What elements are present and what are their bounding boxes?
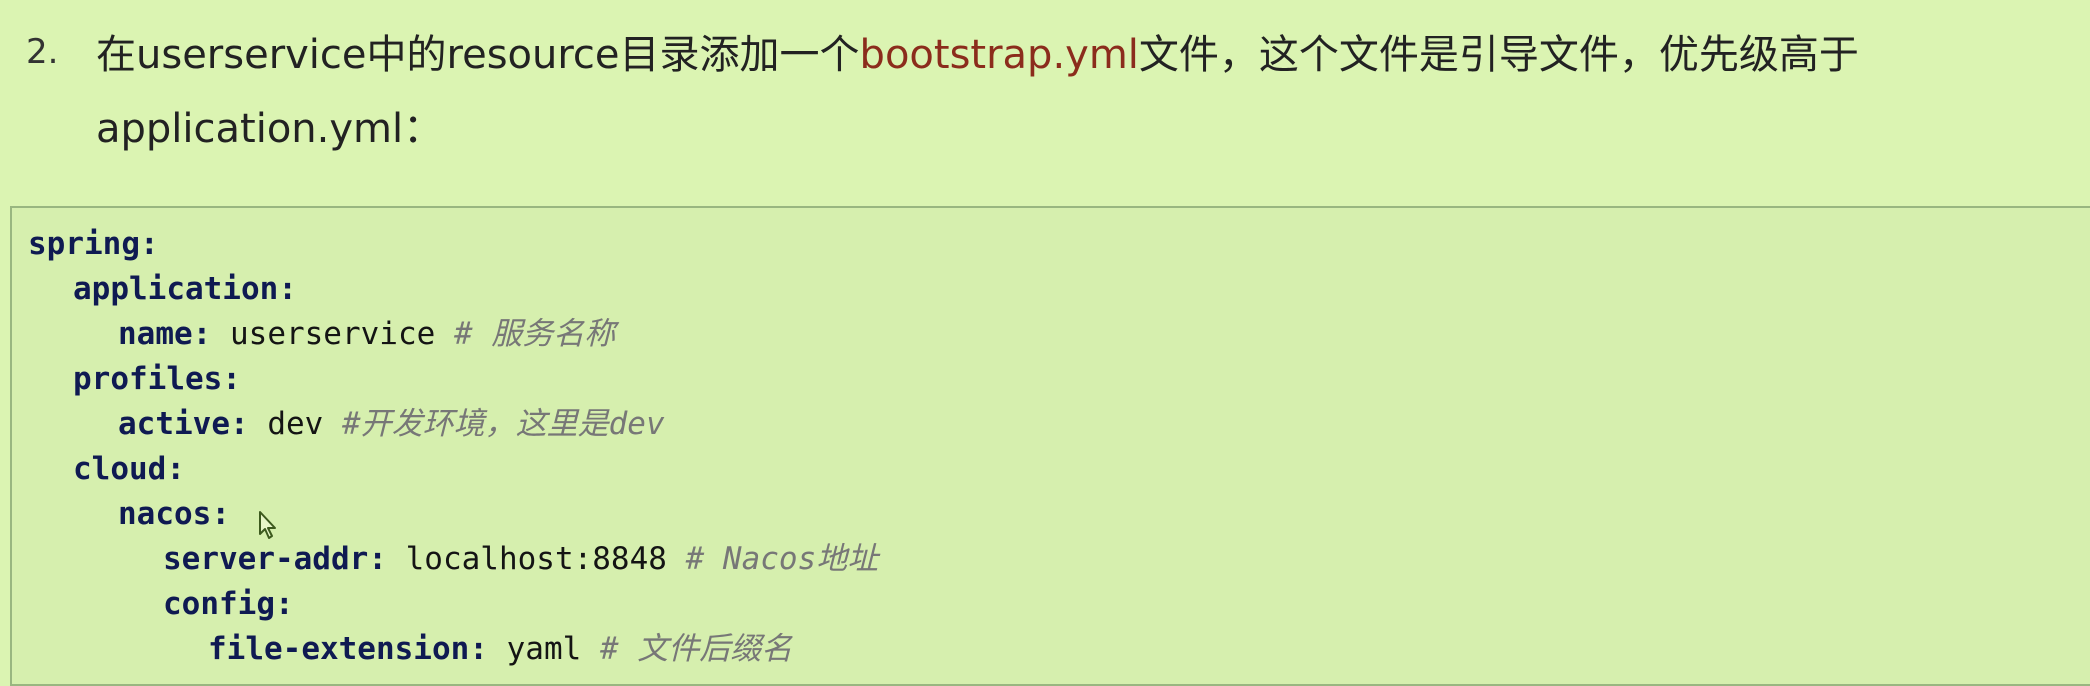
code-value: localhost:8848	[386, 541, 686, 577]
code-key: spring:	[28, 226, 159, 262]
code-key: server-addr:	[163, 541, 387, 577]
code-line: profiles:	[28, 357, 878, 402]
code-value: dev	[248, 406, 342, 442]
code-comment: # 文件后缀名	[599, 631, 793, 667]
step-text: 在userservice中的resource目录添加一个bootstrap.ym…	[96, 18, 1996, 166]
step-text-second-line: application.yml：	[96, 106, 444, 152]
code-key: cloud:	[73, 451, 185, 487]
code-block: spring: application: name: userservice # 服…	[10, 206, 2090, 686]
code-line: config:	[28, 582, 878, 627]
step-text-before: 在userservice中的resource目录添加一个	[96, 32, 860, 78]
code-line: active: dev #开发环境，这里是dev	[28, 402, 878, 447]
yaml-code: spring: application: name: userservice # 服…	[28, 222, 878, 672]
step-number: 2.	[26, 32, 59, 72]
code-key: profiles:	[73, 361, 241, 397]
code-value: yaml	[487, 631, 600, 667]
code-key: application:	[73, 271, 297, 307]
code-line: spring:	[28, 222, 878, 267]
code-line: cloud:	[28, 447, 878, 492]
file-name-highlight: bootstrap.yml	[859, 32, 1139, 78]
code-line: file-extension: yaml # 文件后缀名	[28, 627, 878, 672]
code-key: config:	[163, 586, 294, 622]
code-comment: # 服务名称	[453, 316, 616, 352]
code-key: nacos:	[118, 496, 230, 532]
code-key: file-extension:	[208, 631, 488, 667]
code-value: userservice	[211, 316, 454, 352]
code-line: nacos:	[28, 492, 878, 537]
step-text-after: 文件，这个文件是引导文件，优先级高于	[1138, 32, 1859, 78]
code-line: application:	[28, 267, 878, 312]
code-key: active:	[118, 406, 249, 442]
code-key: name:	[118, 316, 212, 352]
code-comment: #开发环境，这里是dev	[341, 406, 665, 442]
code-comment: # Nacos地址	[685, 541, 879, 577]
code-line: server-addr: localhost:8848 # Nacos地址	[28, 537, 878, 582]
mouse-pointer-icon	[259, 511, 276, 539]
code-line: name: userservice # 服务名称	[28, 312, 878, 357]
